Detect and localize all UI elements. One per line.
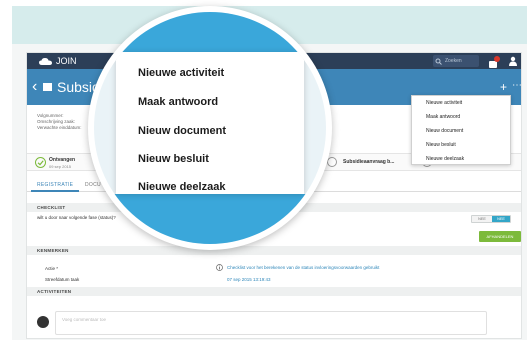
magnified-item-maak-antwoord[interactable]: Maak antwoord [138,95,218,109]
avatar [37,316,49,328]
step-subsidie-label: Subsidieaanvraag b... [343,159,395,165]
magnifier-lens: Nieuwe activiteit Maak antwoord Nieuw do… [88,6,332,250]
step-pending-circle [327,157,337,167]
actie-value[interactable]: Checklist voor het berekenen van de stat… [227,264,379,271]
back-chevron-icon[interactable]: ‹ [32,79,37,95]
step-ontvangen-date: 09 sep 2015 [49,164,72,169]
notifications-button[interactable] [488,56,500,68]
comment-input[interactable]: Voeg commentaar toe [55,311,487,335]
kenmerken-header: KENMERKEN [27,246,521,255]
menu-item-nieuwe-activiteit[interactable]: Nieuwe activiteit [426,100,462,107]
menu-item-nieuwe-deelzaak[interactable]: Nieuwe deelzaak [426,156,464,163]
magnified-header-band [94,12,326,52]
toggle-yes-option[interactable]: NEE [492,216,510,222]
tab-registratie[interactable]: REGISTRATIE [31,179,80,192]
folder-icon [43,83,52,91]
activiteiten-header: ACTIVITEITEN [27,287,521,296]
cloud-icon [39,57,52,65]
metadata-einddatum: Verwachte einddatum: [37,125,82,130]
logo-text: JOIN [56,56,77,66]
case-metadata: Volgnummer: Omschrijving zaak: Verwachte… [37,113,82,131]
more-options-icon[interactable]: ⋯ [512,81,521,91]
add-button[interactable]: + [500,81,507,93]
menu-item-nieuw-besluit[interactable]: Nieuw besluit [426,142,456,149]
info-icon [216,264,223,271]
add-menu-dropdown: Nieuwe activiteit Maak antwoord Nieuw do… [411,95,511,165]
notification-badge [494,56,500,62]
actie-label: Actie * [45,266,59,271]
check-circle-icon [35,157,46,168]
streefdatum-value: 07 sep 2015 13:19:43 [227,277,271,282]
magnified-item-nieuw-document[interactable]: Nieuw document [138,124,226,138]
search-icon [435,58,442,65]
search-input[interactable]: Zoeken [433,55,479,67]
magnified-add-menu: Nieuwe activiteit Maak antwoord Nieuw do… [116,52,304,194]
magnified-item-nieuwe-activiteit[interactable]: Nieuwe activiteit [138,66,224,80]
user-icon[interactable] [508,56,518,66]
toggle-no-option[interactable]: NEE [472,216,492,222]
magnified-footer-band [94,194,326,244]
menu-item-nieuw-document[interactable]: Nieuw document [426,128,463,135]
magnified-item-nieuwe-deelzaak[interactable]: Nieuwe deelzaak [138,180,225,194]
menu-item-maak-antwoord[interactable]: Maak antwoord [426,114,460,121]
join-logo[interactable]: JOIN [39,55,77,67]
magnified-item-nieuw-besluit[interactable]: Nieuw besluit [138,152,209,166]
search-placeholder: Zoeken [445,58,462,64]
afhandelen-button[interactable]: AFHANDELEN [479,231,521,242]
step-ontvangen-label: Ontvangen [49,157,76,163]
checklist-toggle[interactable]: NEE NEE [471,215,511,223]
streefdatum-label: Streefdatum taak [45,277,80,282]
